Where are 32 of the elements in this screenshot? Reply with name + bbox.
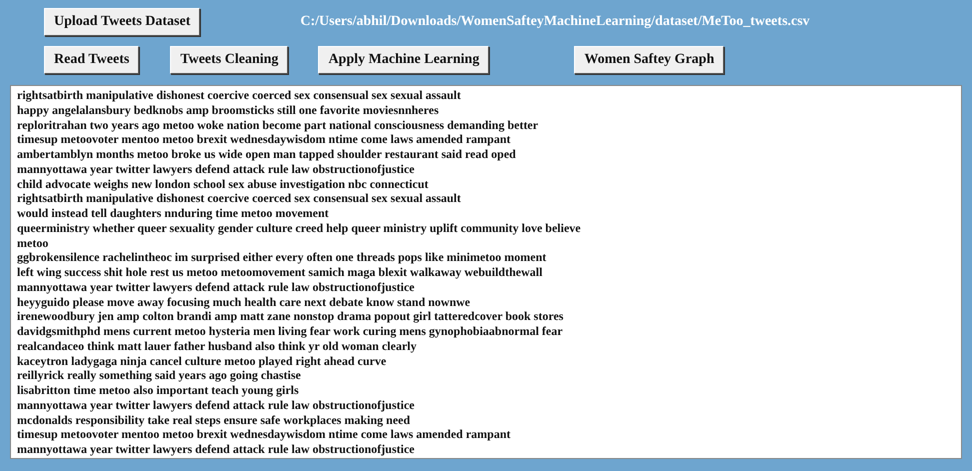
output-line: timesup metoovoter mentoo metoo brexit wednesdaywisdom ntime come laws amended rampant xyxy=(17,427,512,442)
output-line: davidgsmithphd mens current metoo hysteria men living fear work curing mens gynophobiaabnormal fear xyxy=(17,324,564,339)
output-line: left wing success shit hole rest us metoo metoomovement samich maga blexit walkaway webuildthewall xyxy=(17,265,544,280)
output-line: rightsatbirth manipulative dishonest coercive coerced sex consensual sex sexual assault xyxy=(17,88,462,103)
output-line: kaceytron ladygaga ninja cancel culture metoo played right ahead curve xyxy=(17,354,388,368)
output-line: heyyguido please move away focusing much health care next debate know stand nownwe xyxy=(17,294,472,310)
action-button[interactable]: Apply Machine Learning xyxy=(318,46,490,74)
output-line: irenewoodbury jen amp colton brandi amp matt zane nonstop drama popout girl tatteredcover book stores xyxy=(17,309,564,324)
upload-dataset-button[interactable]: Upload Tweets Dataset xyxy=(44,8,200,36)
file-path-label: C:/Users/abhil/Downloads/WomenSafteyMachineLearning/dataset/MeToo_tweets.csv xyxy=(300,14,810,30)
output-line: ambertamblyn months metoo broke us wide open man tapped shoulder restaurant said read oped xyxy=(17,147,517,162)
output-line: queerministry whether queer sexuality gender culture creed help queer ministry uplift community love believe xyxy=(17,220,582,236)
output-line: mannyottawa year twitter lawyers defend attack rule law obstructionofjustice xyxy=(17,442,416,457)
output-line: reillyrick really something said years ago going chastise xyxy=(17,368,302,383)
output-line: timesup metoovoter mentoo metoo brexit wednesdaywisdom ntime come laws amended rampant xyxy=(17,132,512,147)
output-line: would instead tell daughters nnduring time metoo movement xyxy=(17,206,330,221)
output-line: mcdonalds responsibility take real steps ensure safe workplaces making need xyxy=(17,412,412,428)
output-text-area[interactable] xyxy=(10,85,962,459)
action-button[interactable]: Women Saftey Graph xyxy=(574,46,724,74)
output-line: mannyottawa year twitter lawyers defend attack rule law obstructionofjustice xyxy=(17,398,416,412)
action-button[interactable]: Tweets Cleaning xyxy=(170,46,288,74)
output-line: ggbrokensilence rachelintheoc im surprised either every often one threads pops like minimetoo moment xyxy=(17,250,548,265)
output-line: reploritrahan two years ago metoo woke nation become part national consciousness demanding better xyxy=(17,118,540,132)
output-line: mannyottawa year twitter lawyers defend attack rule law obstructionofjustice xyxy=(17,162,416,176)
output-line: happy angelalansbury bedknobs amp broomsticks still one favorite moviesnnheres xyxy=(17,102,440,118)
output-line: metoo xyxy=(17,236,50,250)
output-line: realcandaceo think matt lauer father husband also think yr old woman clearly xyxy=(17,338,418,354)
output-line: child advocate weighs new london school sex abuse investigation nbc connecticut xyxy=(17,176,430,192)
action-button[interactable]: Read Tweets xyxy=(44,46,140,74)
output-line: rightsatbirth manipulative dishonest coercive coerced sex consensual sex sexual assault xyxy=(17,191,462,206)
output-line: lisabritton time metoo also important teach young girls xyxy=(17,383,300,398)
output-line: mannyottawa year twitter lawyers defend attack rule law obstructionofjustice xyxy=(17,280,416,294)
